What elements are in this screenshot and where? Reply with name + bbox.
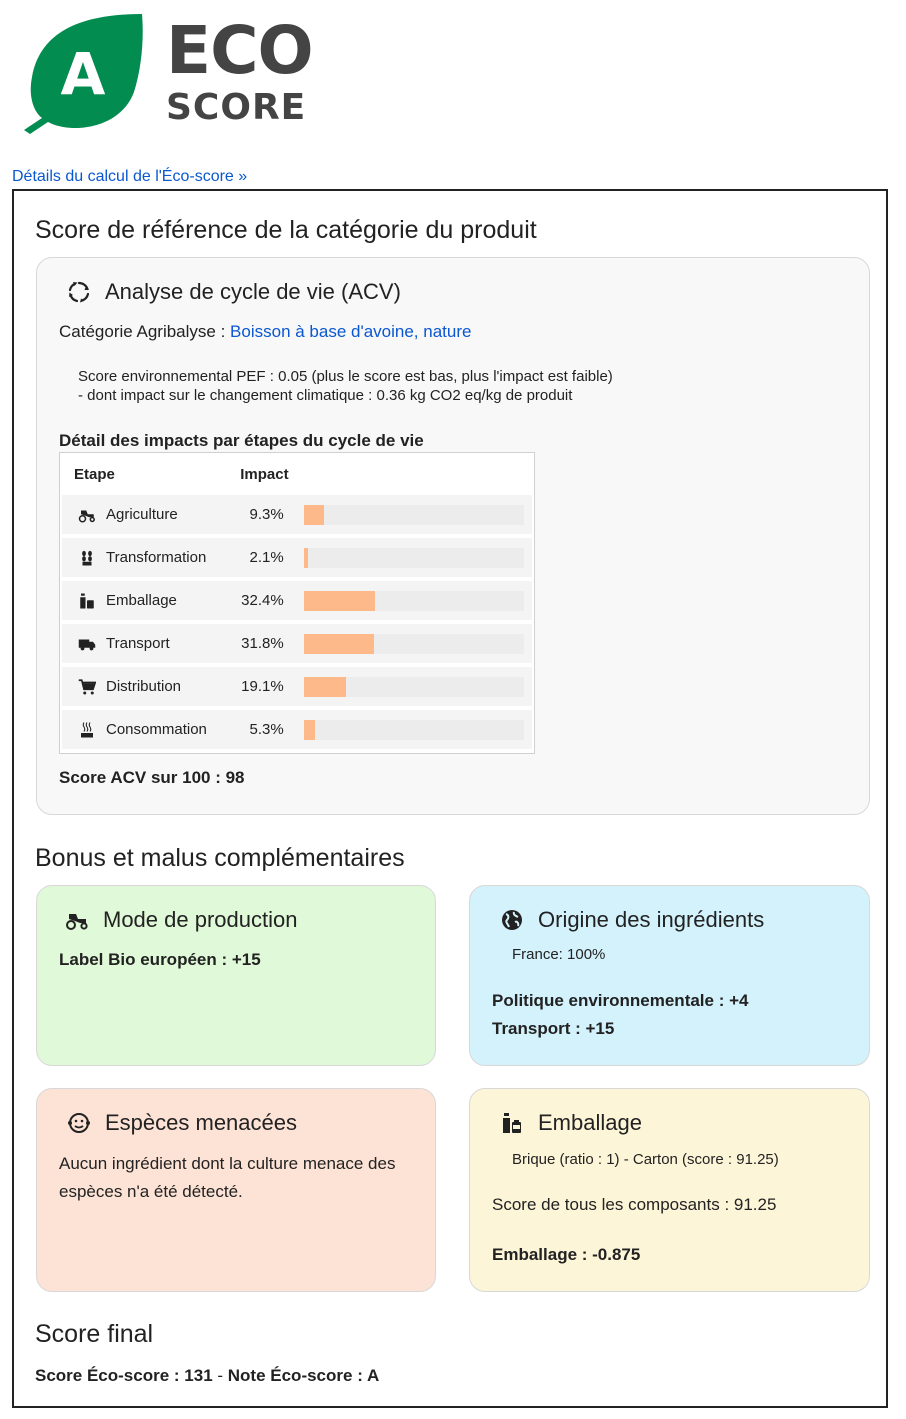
step-name: Transformation xyxy=(106,549,207,566)
step-name: Consommation xyxy=(106,721,207,738)
impact-row: Agriculture 9.3% xyxy=(62,495,532,534)
packaging-card: Emballage Brique (ratio : 1) - Carton (s… xyxy=(469,1088,870,1292)
step-impact-percent: 9.3% xyxy=(226,495,294,534)
impact-row: Transport 31.8% xyxy=(62,624,532,663)
species-title: Espèces menacées xyxy=(105,1110,297,1135)
origin-title: Origine des ingrédients xyxy=(538,907,765,932)
packaging-detail: Brique (ratio : 1) - Carton (score : 91.… xyxy=(512,1151,779,1168)
impact-bar-fill xyxy=(303,504,325,525)
step-impact-percent: 32.4% xyxy=(226,581,294,620)
eco-score-details-panel: Score de référence de la catégorie du pr… xyxy=(12,189,888,1408)
packaging-components-score: Score de tous les composants : 91.25 xyxy=(492,1195,777,1214)
final-heading: Score final xyxy=(35,1320,154,1348)
pef-score: Score environnemental PEF : 0.05 (plus l… xyxy=(78,368,613,385)
impact-bar-track xyxy=(303,547,524,568)
transport-bonus: Transport : +15 xyxy=(492,1019,615,1038)
threatened-species-card: Espèces menacées Aucun ingrédient dont l… xyxy=(36,1088,436,1292)
impact-bar-track xyxy=(303,504,524,525)
tractor-icon xyxy=(78,510,95,522)
step-impact-percent: 19.1% xyxy=(226,667,294,706)
organic-label-bonus: Label Bio européen : +15 xyxy=(59,950,261,969)
reference-heading: Score de référence de la catégorie du pr… xyxy=(35,216,537,244)
impact-row: Distribution 19.1% xyxy=(62,667,532,706)
step-impact-percent: 2.1% xyxy=(226,538,294,577)
truck-icon xyxy=(78,639,96,650)
impact-bar-fill xyxy=(303,633,374,654)
production-title: Mode de production xyxy=(103,907,298,932)
eco-score-logo: A ECO SCORE xyxy=(20,12,320,137)
step-name: Transport xyxy=(106,635,170,652)
species-text-line2: espèces n'a été détecté. xyxy=(59,1182,243,1201)
impact-bar-track xyxy=(303,633,524,654)
cycle-icon xyxy=(68,281,90,303)
leaf-icon: A xyxy=(24,14,143,134)
step-name: Agriculture xyxy=(106,506,178,523)
step-name: Emballage xyxy=(106,592,177,609)
logo-word-score: SCORE xyxy=(166,87,307,128)
climate-impact: - dont impact sur le changement climatiq… xyxy=(78,387,573,404)
agribalyse-category: Catégorie Agribalyse : Boisson à base d'… xyxy=(59,322,471,342)
eco-score-grade: Note Éco-score : A xyxy=(227,1366,380,1385)
impact-bar-track xyxy=(303,590,524,611)
tractor-icon xyxy=(66,914,88,930)
impact-row: Transformation 2.1% xyxy=(62,538,532,577)
step-impact-percent: 5.3% xyxy=(226,710,294,749)
impact-row: Emballage 32.4% xyxy=(62,581,532,620)
acv-title: Analyse de cycle de vie (ACV) xyxy=(105,279,401,304)
grain-icon xyxy=(82,550,92,565)
origin-card: Origine des ingrédients France: 100% Pol… xyxy=(469,885,870,1066)
bottle-icon xyxy=(80,593,94,608)
step-name: Distribution xyxy=(106,678,182,695)
packaging-title: Emballage xyxy=(538,1110,642,1135)
steam-pot-icon xyxy=(81,721,93,737)
impact-bar-fill xyxy=(303,676,346,697)
step-impact-percent: 31.8% xyxy=(226,624,294,663)
bonus-heading: Bonus et malus complémentaires xyxy=(35,844,405,872)
final-score: Score Éco-score : 131 - Note Éco-score :… xyxy=(35,1366,379,1386)
category-link[interactable]: Boisson à base d'avoine, nature xyxy=(230,322,471,341)
impact-row: Consommation 5.3% xyxy=(62,710,532,749)
details-link[interactable]: Détails du calcul de l'Éco-score » xyxy=(12,168,247,186)
acv-score: Score ACV sur 100 : 98 xyxy=(59,768,245,787)
impact-bar-fill xyxy=(303,547,309,568)
production-card: Mode de production Label Bio européen : … xyxy=(36,885,436,1066)
impact-bar-fill xyxy=(303,719,316,740)
category-label: Catégorie Agribalyse : xyxy=(59,322,231,341)
impact-detail-heading: Détail des impacts par étapes du cycle d… xyxy=(59,431,424,450)
cart-icon xyxy=(78,678,96,694)
monkey-icon xyxy=(68,1113,90,1133)
environmental-policy-bonus: Politique environnementale : +4 xyxy=(492,991,749,1010)
final-separator: - xyxy=(212,1366,228,1385)
logo-word-eco: ECO xyxy=(166,12,314,89)
impact-bar-track xyxy=(303,719,524,740)
origin-countries: France: 100% xyxy=(512,946,606,963)
acv-card: Analyse de cycle de vie (ACV) Catégorie … xyxy=(36,257,870,815)
impact-bar-track xyxy=(303,676,524,697)
globe-icon xyxy=(502,910,522,930)
bottle-icon xyxy=(503,1113,521,1133)
species-text-line1: Aucun ingrédient dont la culture menace … xyxy=(59,1154,396,1173)
packaging-malus: Emballage : -0.875 xyxy=(492,1245,641,1264)
column-header-impact: Impact xyxy=(240,465,289,483)
impacts-table: Etape Impact Agriculture 9.3% Transformati… xyxy=(59,452,535,754)
eco-score-value: Score Éco-score : 131 xyxy=(35,1366,213,1385)
impact-bar-fill xyxy=(303,590,375,611)
grade-letter: A xyxy=(61,40,106,108)
column-header-step: Etape xyxy=(74,465,115,483)
